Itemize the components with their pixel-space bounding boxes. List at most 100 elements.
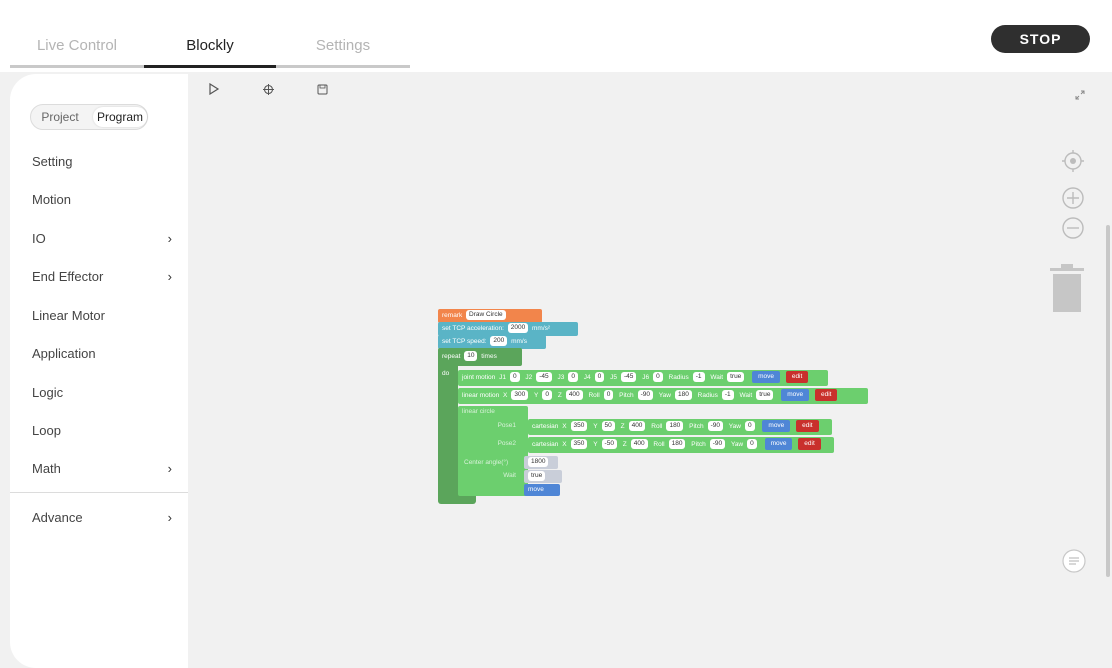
pitch-field[interactable]: -90 xyxy=(637,390,653,401)
yaw-field[interactable]: 180 xyxy=(674,390,692,401)
repeat-block-arm xyxy=(438,362,458,498)
z-label: Z xyxy=(622,441,627,448)
menu-item-linear-motor[interactable]: Linear Motor xyxy=(32,304,172,328)
menu-item-end-effector[interactable]: End Effector › xyxy=(32,265,172,289)
z-field[interactable]: 400 xyxy=(565,390,583,401)
recenter-icon[interactable] xyxy=(1060,148,1086,179)
menu-item-io[interactable]: IO › xyxy=(32,227,172,251)
move-button[interactable]: move xyxy=(764,438,793,451)
z-field[interactable]: 400 xyxy=(630,439,648,450)
tab-settings[interactable]: Settings xyxy=(276,26,410,66)
repeat-suffix: times xyxy=(481,353,497,360)
repeat-count-field[interactable]: 10 xyxy=(464,351,478,362)
edit-button[interactable]: edit xyxy=(814,389,838,402)
zoom-out-icon[interactable] xyxy=(1061,216,1085,245)
roll-field[interactable]: 180 xyxy=(668,439,686,450)
save-icon[interactable] xyxy=(314,83,330,99)
pose1-text: Pose1 xyxy=(497,422,516,429)
remark-block[interactable]: remark Draw Circle xyxy=(438,309,542,323)
j3-label: J3 xyxy=(557,374,565,381)
stop-button[interactable]: STOP xyxy=(991,25,1090,53)
menu-list-icon[interactable] xyxy=(1061,548,1087,579)
menu-item-logic[interactable]: Logic xyxy=(32,381,172,405)
edit-button[interactable]: edit xyxy=(798,438,821,451)
pose2-cartesian-block[interactable]: cartesian X 350 Y -50 Z 400 Roll 180 Pitch -9… xyxy=(528,437,834,453)
repeat-header-content: repeat 10 times xyxy=(438,350,522,364)
move-button[interactable]: move xyxy=(762,420,791,433)
segment-program[interactable]: Program xyxy=(93,107,147,127)
yaw-label: Yaw xyxy=(728,423,741,430)
j1-field[interactable]: 0 xyxy=(509,372,520,383)
x-field[interactable]: 350 xyxy=(570,439,588,450)
radius-field[interactable]: -1 xyxy=(692,372,705,383)
j3-field[interactable]: 0 xyxy=(568,372,578,383)
yaw-field[interactable]: 0 xyxy=(744,421,755,432)
repeat-label: repeat xyxy=(442,353,461,360)
menu-item-math[interactable]: Math › xyxy=(32,457,172,481)
tab-underline xyxy=(10,65,410,68)
yaw-field[interactable]: 0 xyxy=(747,439,757,450)
tcp-acceleration-unit: mm/s² xyxy=(532,325,551,332)
roll-field[interactable]: 0 xyxy=(603,390,614,401)
center-angle-value-block[interactable]: 1800 xyxy=(524,456,558,469)
wait-dropdown[interactable]: true xyxy=(727,372,745,383)
wait-label: Wait xyxy=(710,374,724,381)
segment-project[interactable]: Project xyxy=(37,107,83,127)
pitch-field[interactable]: -90 xyxy=(709,439,726,450)
center-angle-text: Center angle(°) xyxy=(464,459,509,466)
pose1-cartesian-block[interactable]: cartesian X 350 Y 50 Z 400 Roll 180 Pitch -90… xyxy=(528,419,832,435)
expand-icon[interactable] xyxy=(1074,88,1086,106)
pitch-field[interactable]: -90 xyxy=(707,421,723,432)
menu-item-label: End Effector xyxy=(32,269,104,284)
debug-icon[interactable] xyxy=(260,83,276,99)
menu-item-application[interactable]: Application xyxy=(32,342,172,366)
roll-field[interactable]: 180 xyxy=(666,421,684,432)
zoom-in-icon[interactable] xyxy=(1061,186,1085,215)
pitch-label: Pitch xyxy=(619,392,634,399)
menu-item-loop[interactable]: Loop xyxy=(32,419,172,443)
roll-label: Roll xyxy=(651,423,663,430)
move-button[interactable]: move xyxy=(781,389,810,402)
menu-item-label: IO xyxy=(32,231,46,246)
trash-icon[interactable] xyxy=(1048,262,1086,319)
x-field[interactable]: 300 xyxy=(511,390,529,401)
x-label: X xyxy=(503,392,508,399)
circle-move-block[interactable]: move xyxy=(524,484,560,496)
y-field[interactable]: 0 xyxy=(542,390,553,401)
linear-motion-block[interactable]: linear motion X 300 Y0 Z 400 Roll 0 Pitch -9… xyxy=(458,388,868,404)
wait-label: Wait xyxy=(739,392,753,399)
menu-item-label: Setting xyxy=(32,154,73,169)
y-field[interactable]: -50 xyxy=(601,439,617,450)
y-field[interactable]: 50 xyxy=(601,421,615,432)
play-icon[interactable] xyxy=(206,82,222,99)
j6-label: J6 xyxy=(642,374,650,381)
j4-field[interactable]: 0 xyxy=(594,372,605,383)
tab-live-control[interactable]: Live Control xyxy=(10,26,144,66)
move-button[interactable]: move xyxy=(752,371,781,384)
radius-field[interactable]: -1 xyxy=(721,390,734,401)
z-field[interactable]: 400 xyxy=(628,421,646,432)
j2-field[interactable]: -45 xyxy=(536,372,552,383)
remark-value-field[interactable]: Draw Circle xyxy=(466,310,506,321)
edit-button[interactable]: edit xyxy=(785,371,809,384)
j6-field[interactable]: 0 xyxy=(653,372,663,383)
circle-wait-dropdown[interactable]: true xyxy=(528,471,546,482)
tcp-acceleration-field[interactable]: 2000 xyxy=(507,323,529,334)
set-tcp-speed-block[interactable]: set TCP speed: 200 mm/s xyxy=(438,335,546,349)
menu-item-setting[interactable]: Setting xyxy=(32,150,172,174)
j5-field[interactable]: -45 xyxy=(620,372,637,383)
x-field[interactable]: 350 xyxy=(570,421,588,432)
tab-blockly[interactable]: Blockly xyxy=(144,26,276,66)
workspace-scrollbar[interactable] xyxy=(1106,225,1110,577)
tcp-speed-label: set TCP speed: xyxy=(442,338,487,345)
menu-item-advance[interactable]: Advance › xyxy=(32,506,172,530)
circle-move-label: move xyxy=(528,486,544,493)
joint-motion-block[interactable]: joint motion J1 0 J2 -45 J3 0 J4 0 J5 -45 J6 0… xyxy=(458,370,828,386)
circle-wait-value-block[interactable]: true xyxy=(524,470,562,483)
tcp-speed-field[interactable]: 200 xyxy=(490,336,508,347)
set-tcp-acceleration-block[interactable]: set TCP acceleration: 2000 mm/s² xyxy=(438,322,578,336)
menu-item-motion[interactable]: Motion xyxy=(32,188,172,212)
center-angle-field[interactable]: 1800 xyxy=(528,457,549,468)
edit-button[interactable]: edit xyxy=(796,420,819,433)
wait-dropdown[interactable]: true xyxy=(756,390,774,401)
